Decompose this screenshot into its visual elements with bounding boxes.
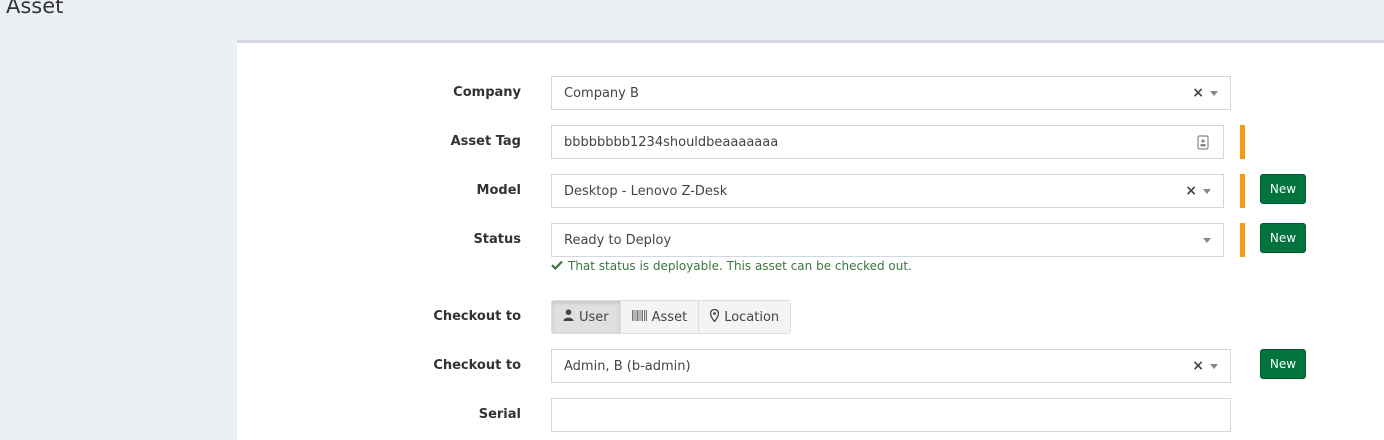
asset-tag-label: Asset Tag <box>450 134 521 149</box>
checkout-to-asset-button[interactable]: Asset <box>620 301 700 333</box>
clear-icon[interactable]: × <box>1192 85 1204 101</box>
new-model-button[interactable]: New <box>1260 174 1306 204</box>
checkout-to-user-button[interactable]: User <box>552 301 621 333</box>
required-indicator <box>1240 125 1245 159</box>
checkout-to-user-label: User <box>579 309 609 325</box>
contact-card-icon[interactable] <box>1195 134 1211 150</box>
new-user-button[interactable]: New <box>1260 349 1306 379</box>
asset-tag-value: bbbbbbbb1234shouldbeaaaaaaa <box>564 134 779 150</box>
required-indicator <box>1240 223 1245 257</box>
checkout-user-value: Admin, B (b-admin) <box>564 358 691 374</box>
model-select[interactable]: Desktop - Lenovo Z-Desk × <box>551 174 1224 208</box>
page-title: Asset <box>6 0 64 18</box>
checkout-user-select[interactable]: Admin, B (b-admin) × <box>551 349 1231 383</box>
checkout-to-location-button[interactable]: Location <box>699 301 791 333</box>
model-value: Desktop - Lenovo Z-Desk <box>564 183 728 199</box>
required-indicator <box>1240 174 1245 208</box>
serial-input[interactable] <box>551 398 1231 432</box>
clear-icon[interactable]: × <box>1185 183 1197 199</box>
status-label: Status <box>473 232 521 247</box>
model-label: Model <box>476 183 521 198</box>
chevron-down-icon[interactable] <box>1210 90 1218 96</box>
map-marker-icon <box>710 308 720 326</box>
asset-form-panel: Company Company B × Asset Tag bbbbbbbb12… <box>237 40 1384 440</box>
serial-label: Serial <box>478 407 521 422</box>
check-icon <box>551 259 563 273</box>
user-icon <box>563 309 574 325</box>
status-help-message: That status is deployable. This asset ca… <box>568 259 912 273</box>
asset-tag-input[interactable]: bbbbbbbb1234shouldbeaaaaaaa <box>551 125 1224 159</box>
status-help-text: That status is deployable. This asset ca… <box>551 259 912 273</box>
checkout-type-toggle: User Asset Location <box>551 300 792 334</box>
company-label: Company <box>453 85 521 100</box>
chevron-down-icon[interactable] <box>1210 363 1218 369</box>
company-value: Company B <box>564 85 639 101</box>
checkout-type-label: Checkout to <box>433 309 521 324</box>
new-status-button[interactable]: New <box>1260 223 1306 253</box>
status-select[interactable]: Ready to Deploy <box>551 223 1224 257</box>
chevron-down-icon[interactable] <box>1203 237 1211 243</box>
clear-icon[interactable]: × <box>1192 358 1204 374</box>
checkout-to-location-label: Location <box>724 309 780 325</box>
status-value: Ready to Deploy <box>564 232 672 248</box>
checkout-to-asset-label: Asset <box>651 309 688 325</box>
company-select[interactable]: Company B × <box>551 76 1231 110</box>
barcode-icon <box>631 309 647 325</box>
chevron-down-icon[interactable] <box>1203 188 1211 194</box>
checkout-user-label: Checkout to <box>433 358 521 373</box>
